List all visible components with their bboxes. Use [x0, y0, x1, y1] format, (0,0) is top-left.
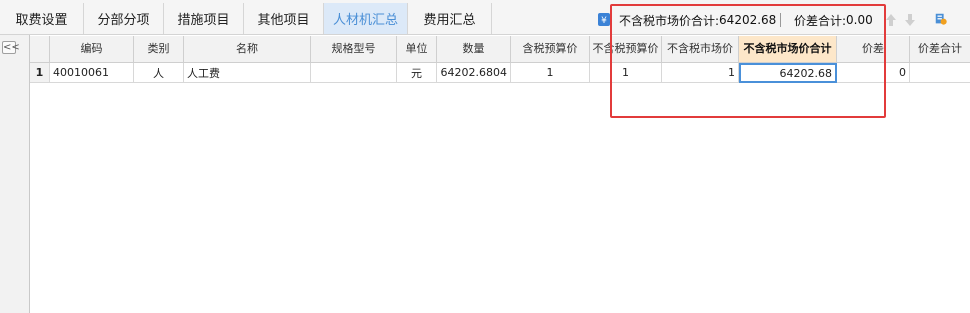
- left-panel-strip: <<: [0, 35, 30, 313]
- cell-category[interactable]: 人: [134, 63, 184, 83]
- price-tool-icon[interactable]: ¥: [597, 12, 611, 26]
- header-tax-excl-market-price[interactable]: 不含税市场价: [662, 36, 739, 63]
- settings-icon[interactable]: [934, 12, 948, 26]
- cell-tax-excl-market-total[interactable]: 64202.68: [739, 63, 837, 83]
- toolbar-divider: [780, 13, 781, 27]
- cell-tax-excl-budget-price[interactable]: 1: [590, 63, 662, 83]
- collapse-panel-button[interactable]: <<: [2, 41, 20, 54]
- header-code[interactable]: 编码: [50, 36, 134, 63]
- price-diff-total-summary: 价差合计: 0.00: [794, 12, 873, 28]
- header-name[interactable]: 名称: [184, 36, 311, 63]
- row-number[interactable]: 1: [30, 63, 50, 83]
- tab-measures[interactable]: 措施项目: [164, 3, 244, 34]
- cell-tax-incl-budget-price[interactable]: 1: [511, 63, 590, 83]
- tab-labor-material-summary[interactable]: 人材机汇总: [324, 3, 408, 34]
- resource-summary-grid: 编码 类别 名称 规格型号 单位 数量 含税预算价 不含税预算价 不含税市场价 …: [30, 35, 970, 313]
- cell-unit[interactable]: 元: [397, 63, 437, 83]
- tax-excl-market-total-value: 64202.68: [719, 13, 777, 27]
- cell-quantity[interactable]: 64202.6804: [437, 63, 511, 83]
- header-category[interactable]: 类别: [134, 36, 184, 63]
- header-row-number: [30, 36, 50, 63]
- tax-excl-market-total-label: 不含税市场价合计:: [619, 13, 720, 28]
- header-spec[interactable]: 规格型号: [311, 36, 397, 63]
- price-diff-total-label: 价差合计:: [794, 13, 847, 28]
- cell-code[interactable]: 40010061: [50, 63, 134, 83]
- price-diff-total-value: 0.00: [846, 13, 873, 27]
- cell-price-diff-total[interactable]: [910, 63, 970, 83]
- header-unit[interactable]: 单位: [397, 36, 437, 63]
- tax-excl-market-total-summary: 不含税市场价合计: 64202.68: [619, 12, 776, 28]
- header-tax-excl-market-total[interactable]: 不含税市场价合计: [739, 36, 837, 63]
- svg-text:¥: ¥: [601, 16, 607, 26]
- header-tax-excl-budget-price[interactable]: 不含税预算价: [590, 36, 662, 63]
- cell-name[interactable]: 人工费: [184, 63, 311, 83]
- header-tax-incl-budget-price[interactable]: 含税预算价: [511, 36, 590, 63]
- header-price-diff-total[interactable]: 价差合计: [910, 36, 970, 63]
- cell-spec[interactable]: [311, 63, 397, 83]
- move-up-icon[interactable]: [884, 12, 898, 28]
- header-quantity[interactable]: 数量: [437, 36, 511, 63]
- cell-price-diff[interactable]: 0: [837, 63, 910, 83]
- move-down-icon[interactable]: [903, 12, 917, 28]
- tab-fee-settings[interactable]: 取费设置: [0, 3, 84, 34]
- tab-bar: 取费设置 分部分项 措施项目 其他项目 人材机汇总 费用汇总 ¥ 不含税市场价合…: [0, 0, 970, 35]
- cell-tax-excl-market-price[interactable]: 1: [662, 63, 739, 83]
- header-price-diff[interactable]: 价差: [837, 36, 910, 63]
- tab-sub-items[interactable]: 分部分项: [84, 3, 164, 34]
- tab-other-items[interactable]: 其他项目: [244, 3, 324, 34]
- tab-fee-summary[interactable]: 费用汇总: [408, 3, 492, 34]
